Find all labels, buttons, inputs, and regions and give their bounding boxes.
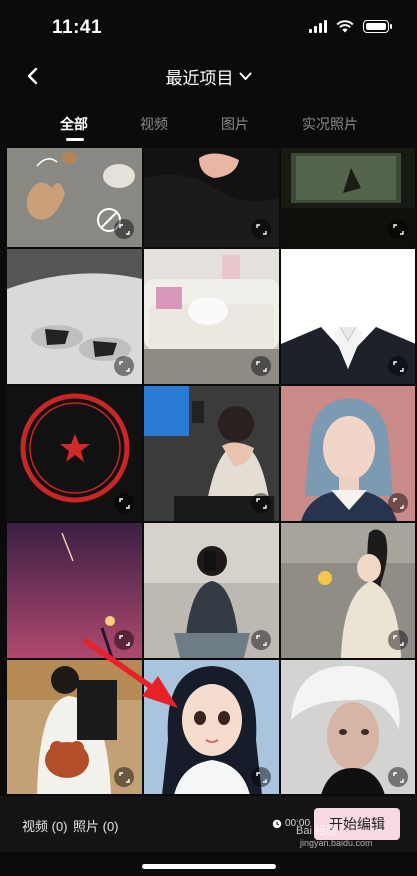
media-tabs: 全部 视频 图片 实况照片 bbox=[0, 108, 417, 144]
media-grid bbox=[7, 148, 415, 794]
media-thumbnail[interactable] bbox=[281, 386, 415, 521]
media-thumbnail[interactable] bbox=[144, 523, 279, 658]
tab-indicator bbox=[66, 138, 84, 141]
photo-count: 照片 (0) bbox=[73, 819, 119, 834]
tab-photo[interactable]: 图片 bbox=[221, 114, 249, 134]
expand-icon[interactable] bbox=[388, 356, 408, 376]
expand-icon[interactable] bbox=[251, 219, 271, 239]
clock-icon bbox=[272, 819, 282, 828]
media-thumbnail[interactable] bbox=[7, 523, 142, 658]
media-thumbnail[interactable] bbox=[281, 249, 415, 384]
expand-icon[interactable] bbox=[114, 219, 134, 239]
media-thumbnail[interactable] bbox=[144, 386, 279, 521]
media-thumbnail[interactable] bbox=[281, 660, 415, 794]
album-selector[interactable]: 最近项目 bbox=[0, 64, 417, 89]
page-title: 最近项目 bbox=[165, 69, 234, 88]
media-thumbnail[interactable] bbox=[281, 523, 415, 658]
expand-icon[interactable] bbox=[251, 767, 271, 787]
expand-icon[interactable] bbox=[388, 767, 408, 787]
expand-icon[interactable] bbox=[114, 356, 134, 376]
media-thumbnail[interactable] bbox=[7, 660, 142, 794]
chevron-down-icon bbox=[239, 72, 251, 80]
home-indicator bbox=[142, 864, 276, 869]
nav-bar: 最近项目 bbox=[0, 56, 417, 96]
watermark-url: jingyan.baidu.com bbox=[300, 838, 373, 848]
expand-icon[interactable] bbox=[251, 630, 271, 650]
expand-icon[interactable] bbox=[114, 493, 134, 513]
expand-icon[interactable] bbox=[251, 356, 271, 376]
status-time: 11:41 bbox=[52, 17, 103, 38]
media-thumbnail[interactable] bbox=[7, 249, 142, 384]
media-thumbnail[interactable] bbox=[281, 148, 415, 247]
watermark-logo: Bai 经验 bbox=[296, 825, 337, 837]
status-bar: 11:41 bbox=[0, 0, 417, 56]
expand-icon[interactable] bbox=[388, 219, 408, 239]
media-thumbnail[interactable] bbox=[144, 249, 279, 384]
expand-icon[interactable] bbox=[388, 493, 408, 513]
media-thumbnail[interactable] bbox=[7, 386, 142, 521]
media-thumbnail[interactable] bbox=[144, 148, 279, 247]
video-count: 视频 (0) bbox=[22, 819, 68, 834]
media-thumbnail[interactable] bbox=[144, 660, 279, 794]
tab-live-photo[interactable]: 实况照片 bbox=[302, 114, 358, 134]
wifi-icon bbox=[336, 20, 354, 33]
expand-icon[interactable] bbox=[388, 630, 408, 650]
tab-video[interactable]: 视频 bbox=[140, 114, 168, 134]
status-icons bbox=[309, 20, 392, 33]
tab-all[interactable]: 全部 bbox=[60, 114, 88, 134]
battery-icon bbox=[363, 20, 392, 33]
expand-icon[interactable] bbox=[114, 767, 134, 787]
expand-icon[interactable] bbox=[251, 493, 271, 513]
media-thumbnail[interactable] bbox=[7, 148, 142, 247]
expand-icon[interactable] bbox=[114, 630, 134, 650]
signal-icon bbox=[309, 20, 327, 33]
